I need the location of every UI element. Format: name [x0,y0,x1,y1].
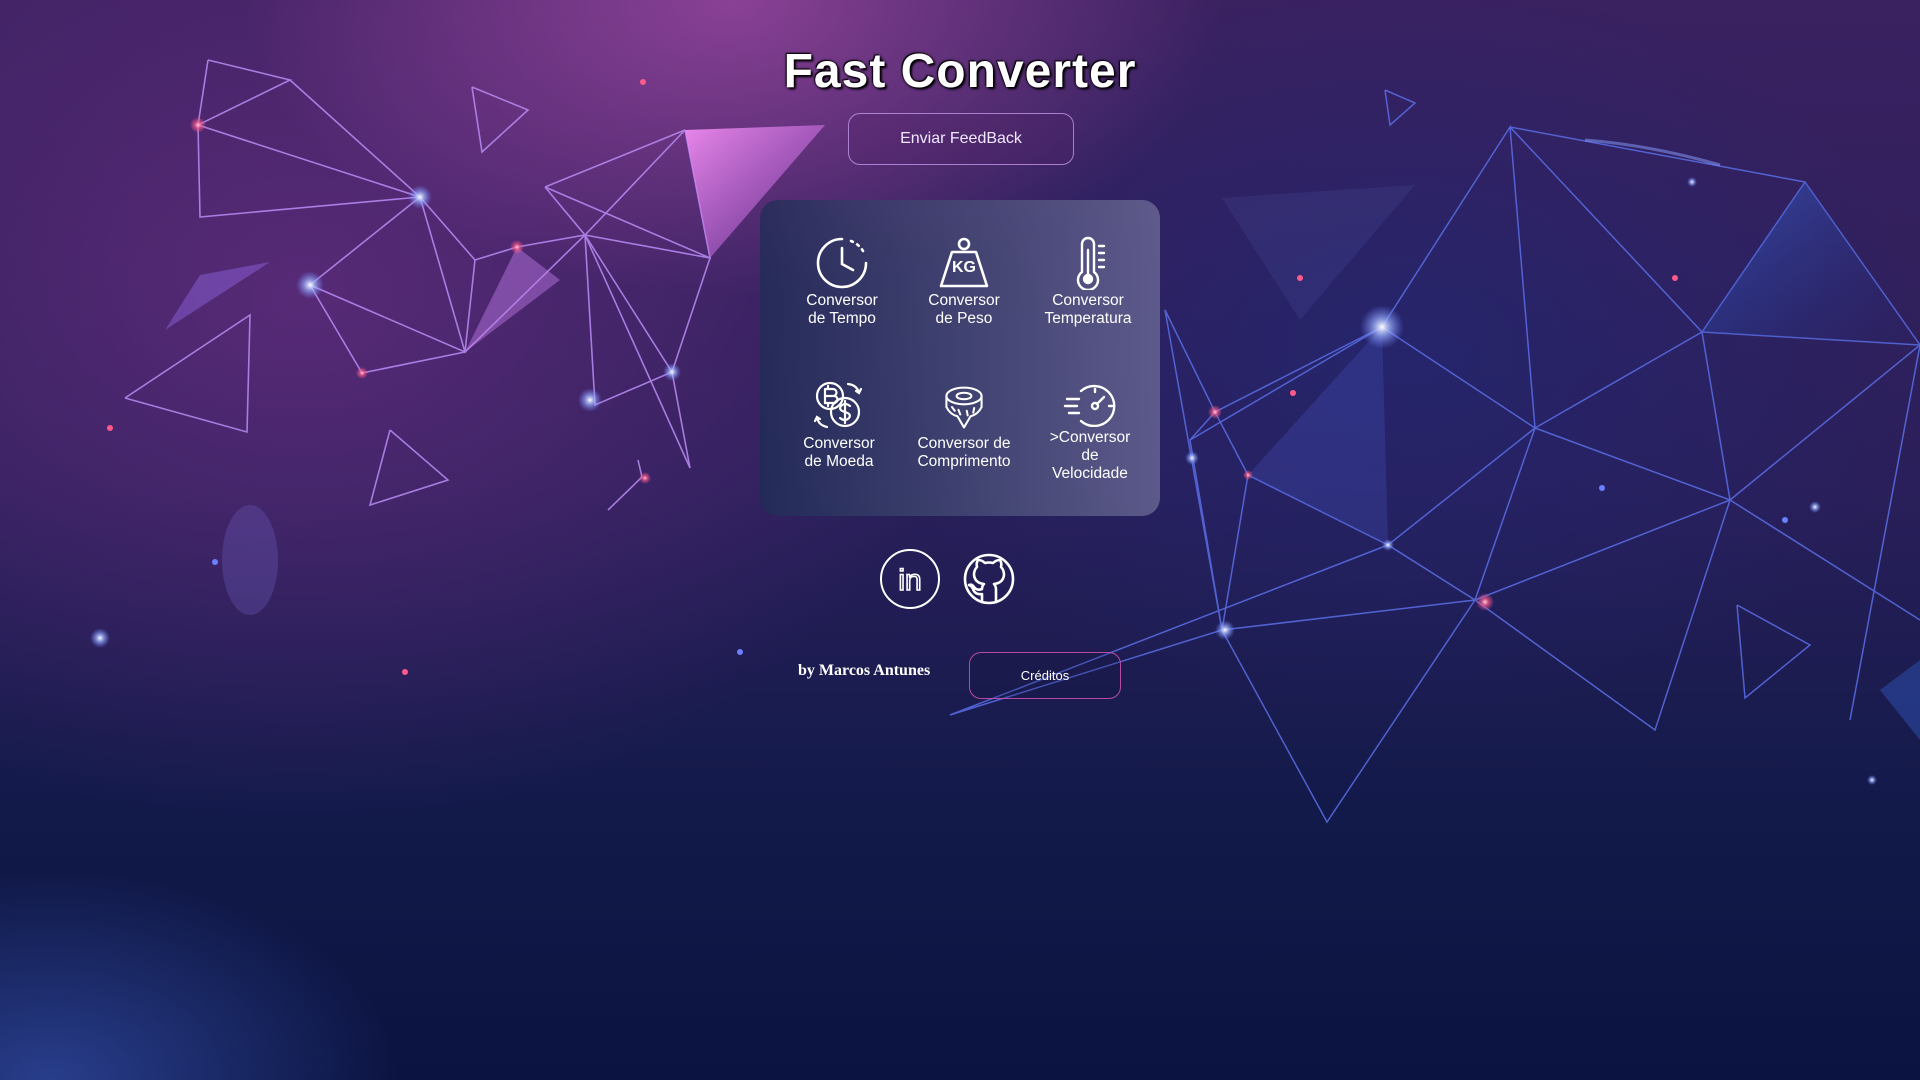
converter-weight-label: Conversor de Peso [928,292,1000,327]
svg-text:in: in [898,564,921,597]
converter-weight-tile[interactable]: KG Conversor de Peso [902,236,1026,328]
converter-currency-label: Conversor de Moeda [803,435,875,470]
linkedin-link[interactable]: in [879,548,941,610]
converter-speed-label: >Conversor de Velocidade [1049,429,1131,482]
app-title: Fast Converter [783,45,1137,98]
credits-button[interactable]: Créditos [969,652,1121,699]
author-byline: by Marcos Antunes [798,662,931,679]
converter-length-tile[interactable]: Conversor de Comprimento [902,383,1026,471]
converter-currency-tile[interactable]: Conversor de Moeda [777,379,901,471]
converter-menu-panel: Conversorde Tempo KG Conversorde Peso [760,200,1160,516]
linkedin-icon: in [880,549,940,609]
converter-speed-tile[interactable]: >Conversor de Velocidade [1028,383,1152,483]
kg-weight-icon: KG [937,236,991,290]
github-icon [963,553,1015,605]
currency-exchange-icon [812,379,866,433]
converter-time-tile[interactable]: Conversor de Tempo [780,236,904,328]
converter-temperature-tile[interactable]: Conversor Temperatura [1026,236,1150,328]
speedometer-icon [1063,383,1117,427]
converter-length-label: Conversor de Comprimento [917,435,1011,470]
github-link[interactable] [958,548,1020,610]
converter-temperature-label: Conversor Temperatura [1044,292,1132,327]
clock-icon [815,236,869,290]
measuring-tape-icon [939,383,989,433]
thermometer-icon [1061,236,1115,290]
converter-time-label: Conversor de Tempo [806,292,878,327]
send-feedback-button[interactable]: Enviar FeedBack [848,113,1074,165]
